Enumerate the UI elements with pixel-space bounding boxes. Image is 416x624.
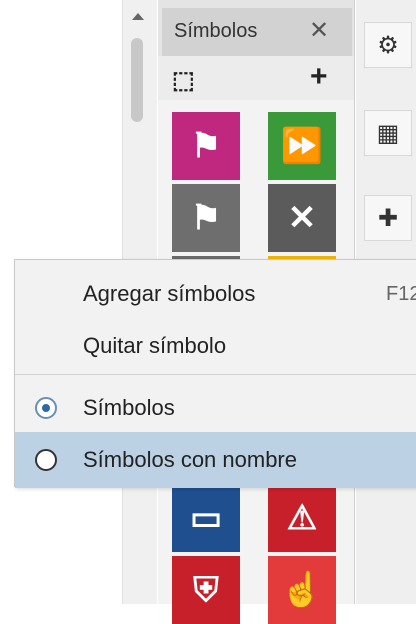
toolbar-button[interactable]: ✚ xyxy=(364,195,412,241)
toolbar-button[interactable]: ⚙ xyxy=(364,22,412,68)
close-icon[interactable]: ✕ xyxy=(309,16,329,45)
panel-header: Símbolos ✕ xyxy=(158,0,354,56)
panel-toolbar: ⬚ + xyxy=(158,56,354,101)
symbol-tile[interactable]: ⛨ xyxy=(172,556,240,624)
puzzle-icon: ✚ xyxy=(377,204,399,232)
symbol-tile[interactable]: ⏩ xyxy=(268,112,336,180)
symbol-icon: ⚑ xyxy=(190,127,222,165)
settings-icon: ⚙ xyxy=(377,31,399,59)
symbol-icon: ☝ xyxy=(280,571,324,609)
menu-item-shortcut: F12 xyxy=(386,282,416,305)
scroll-up-icon[interactable] xyxy=(132,13,144,20)
menu-item-add-symbols[interactable]: Agregar símbolos F12 xyxy=(15,266,416,322)
symbol-tile[interactable]: ☝ xyxy=(268,556,336,624)
symbol-icon: ⚠ xyxy=(286,499,318,537)
symbol-tile[interactable]: ▭ xyxy=(172,484,240,552)
menu-item-label: Símbolos con nombre xyxy=(83,447,297,472)
symbol-tile[interactable]: ✕ xyxy=(268,184,336,252)
symbol-icon: ✕ xyxy=(287,199,317,237)
menu-item-label: Agregar símbolos xyxy=(83,281,256,306)
menu-item-label: Símbolos xyxy=(83,395,175,420)
menu-item-named-symbols[interactable]: Símbolos con nombre xyxy=(15,432,416,488)
menu-item-symbols[interactable]: Símbolos xyxy=(15,380,416,436)
scrollbar-thumb[interactable] xyxy=(131,38,143,122)
symbol-icon: ⚑ xyxy=(190,199,222,237)
menu-separator xyxy=(15,374,416,375)
add-icon[interactable]: + xyxy=(310,60,328,94)
context-menu: Agregar símbolos F12 Quitar símbolo Símb… xyxy=(14,259,416,488)
symbol-tile[interactable]: ⚑ xyxy=(172,112,240,180)
layout-icon: ▦ xyxy=(376,119,400,147)
select-tool-icon[interactable]: ⬚ xyxy=(172,66,195,95)
symbol-tile[interactable]: ⚠ xyxy=(268,484,336,552)
symbol-tile[interactable]: ⚑ xyxy=(172,184,240,252)
toolbar-button[interactable]: ▦ xyxy=(364,110,412,156)
symbol-icon: ▭ xyxy=(189,499,223,537)
radio-unchecked-icon[interactable] xyxy=(35,449,57,471)
symbol-icon: ⏩ xyxy=(280,127,324,165)
tab-symbols[interactable]: Símbolos ✕ xyxy=(162,8,352,56)
menu-item-remove-symbol[interactable]: Quitar símbolo xyxy=(15,318,416,374)
tab-title: Símbolos xyxy=(174,20,258,42)
radio-checked-icon[interactable] xyxy=(35,397,57,419)
menu-item-label: Quitar símbolo xyxy=(83,333,227,358)
